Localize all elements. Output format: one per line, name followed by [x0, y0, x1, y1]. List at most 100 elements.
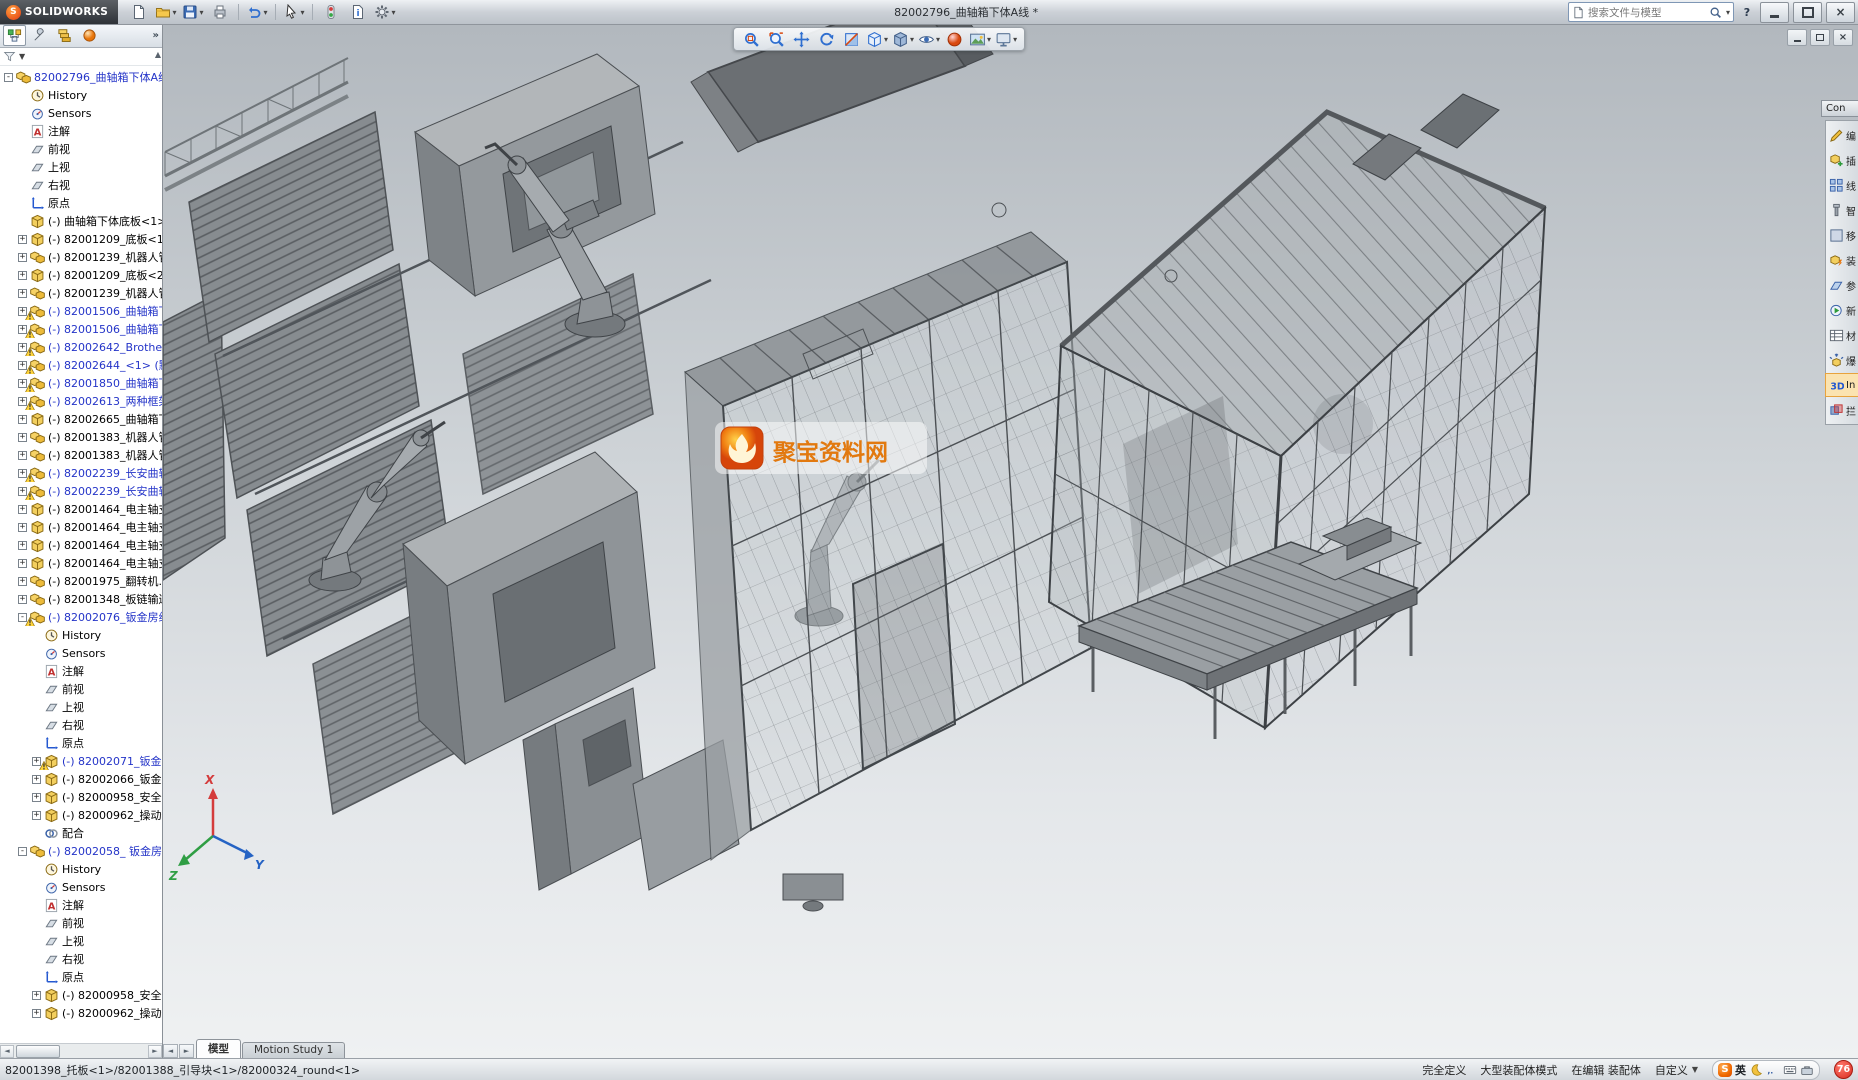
rotate-button[interactable]	[815, 29, 838, 49]
scroll-right-icon[interactable]: ►	[148, 1045, 162, 1058]
tree-item[interactable]: +(-) 82001975_翻转机.1<1	[0, 572, 162, 590]
select-cursor-button[interactable]: ▾	[281, 1, 307, 23]
notification-badge[interactable]: 76	[1834, 1060, 1853, 1079]
zoom-area-button[interactable]	[765, 29, 788, 49]
assembly-3d-view[interactable]: 聚宝资料网 X Z Y	[163, 24, 1858, 1058]
expand-toggle-icon[interactable]: +	[18, 271, 27, 280]
tree-item[interactable]: 右视	[0, 716, 162, 734]
reference-geometry-button[interactable]: 参	[1826, 274, 1858, 296]
tree-item[interactable]: +(-) 82002665_曲轴箱下体	[0, 410, 162, 428]
new-document-button[interactable]	[126, 1, 152, 23]
close-button[interactable]: ×	[1826, 2, 1855, 23]
expand-toggle-icon[interactable]: +	[18, 595, 27, 604]
tree-item[interactable]: 前视	[0, 914, 162, 932]
tree-item[interactable]: 上视	[0, 698, 162, 716]
hide-show-button[interactable]: ▾	[917, 29, 941, 49]
tree-scroll-up-icon[interactable]: ▲	[155, 50, 161, 59]
tree-item[interactable]: +!(-) 82002071_钣金	[0, 752, 162, 770]
minimize-button[interactable]	[1760, 2, 1789, 23]
expand-toggle-icon[interactable]: +	[18, 451, 27, 460]
search-box[interactable]: 搜索文件与模型 ▾	[1568, 2, 1734, 22]
tab-configuration-manager[interactable]	[53, 25, 76, 46]
tree-item[interactable]: -(-) 82002058_ 钣金房	[0, 842, 162, 860]
collapse-toggle-icon[interactable]: -	[4, 73, 13, 82]
expand-toggle-icon[interactable]: +	[18, 541, 27, 550]
tab-property-manager[interactable]	[28, 25, 51, 46]
tab-scroll-right-icon[interactable]: ►	[179, 1044, 194, 1058]
ime-keyboard-icon[interactable]	[1783, 1063, 1797, 1077]
tree-item[interactable]: (-) 曲轴箱下体底板<1> (默	[0, 212, 162, 230]
tree-item[interactable]: Sensors	[0, 104, 162, 122]
tree-item[interactable]: 原点	[0, 968, 162, 986]
tree-item[interactable]: +(-) 82001239_机器人管线	[0, 284, 162, 302]
doc-restore-button[interactable]	[1810, 29, 1830, 46]
file-properties-button[interactable]: i	[345, 1, 371, 23]
rebuild-button[interactable]	[318, 1, 344, 23]
tree-item[interactable]: +(-) 82001464_电主轴支架	[0, 500, 162, 518]
expand-toggle-icon[interactable]: +	[32, 1009, 41, 1018]
tree-item[interactable]: +!(-) 82002239_长安曲轴	[0, 482, 162, 500]
instant3d-button[interactable]: 3DIn	[1826, 374, 1858, 396]
options-button[interactable]: ▾	[372, 1, 398, 23]
tree-item[interactable]: History	[0, 860, 162, 878]
assembly-features-button[interactable]: 装	[1826, 249, 1858, 271]
undo-button[interactable]: ▾	[244, 1, 270, 23]
panel-expand-icon[interactable]: »	[153, 30, 159, 41]
pan-button[interactable]	[790, 29, 813, 49]
tab-display-manager[interactable]	[78, 25, 101, 46]
sogou-logo-icon[interactable]: S	[1718, 1063, 1732, 1077]
graphics-viewport[interactable]: 聚宝资料网 X Z Y ▾▾▾▾▾ × Con 编插线智移装参新材爆3DIn拦	[163, 24, 1858, 1058]
tree-item[interactable]: +!(-) 82002642_Brother	[0, 338, 162, 356]
expand-toggle-icon[interactable]: +	[32, 991, 41, 1000]
tree-item[interactable]: 右视	[0, 176, 162, 194]
tree-item[interactable]: +(-) 82001209_底板<1> (默	[0, 230, 162, 248]
search-magnifier-icon[interactable]	[1709, 6, 1722, 19]
expand-toggle-icon[interactable]: +	[32, 811, 41, 820]
tab-model[interactable]: 模型	[196, 1039, 241, 1058]
open-folder-button[interactable]: ▾	[153, 1, 179, 23]
expand-toggle-icon[interactable]: +	[18, 235, 27, 244]
new-motion-study-button[interactable]: 新	[1826, 299, 1858, 321]
tree-item[interactable]: 配合	[0, 824, 162, 842]
filter-caret-icon[interactable]: ▼	[19, 52, 25, 61]
doc-minimize-button[interactable]	[1787, 29, 1807, 46]
tree-item[interactable]: +!(-) 82001506_曲轴箱下	[0, 320, 162, 338]
apply-scene-button[interactable]: ▾	[968, 29, 992, 49]
tree-item[interactable]: +!(-) 82002239_长安曲轴	[0, 464, 162, 482]
view-orientation-button[interactable]: ▾	[865, 29, 889, 49]
tree-item[interactable]: +(-) 82001464_电主轴支架	[0, 554, 162, 572]
help-button[interactable]: ?	[1738, 3, 1756, 21]
tree-item[interactable]: +!(-) 82001850_曲轴箱下	[0, 374, 162, 392]
tab-feature-manager[interactable]	[3, 25, 26, 46]
expand-toggle-icon[interactable]: +	[18, 505, 27, 514]
tree-item[interactable]: +(-) 82001209_底板<2> (默	[0, 266, 162, 284]
tree-item[interactable]: +!(-) 82001506_曲轴箱下	[0, 302, 162, 320]
tree-item[interactable]: +(-) 82000962_操动件	[0, 806, 162, 824]
ime-moon-icon[interactable]	[1749, 1063, 1763, 1077]
tree-item[interactable]: +(-) 82001383_机器人管线	[0, 428, 162, 446]
expand-toggle-icon[interactable]: +	[18, 577, 27, 586]
expand-toggle-icon[interactable]: +	[18, 433, 27, 442]
tree-item[interactable]: +!(-) 82002644_<1> (默	[0, 356, 162, 374]
tree-item[interactable]: History	[0, 626, 162, 644]
tree-item[interactable]: 前视	[0, 140, 162, 158]
tree-item[interactable]: A注解	[0, 896, 162, 914]
scroll-left-icon[interactable]: ◄	[0, 1045, 14, 1058]
tree-item[interactable]: +(-) 82001464_电主轴支架	[0, 518, 162, 536]
move-component-button[interactable]: 移	[1826, 224, 1858, 246]
edit-component-button[interactable]: 编	[1826, 124, 1858, 146]
collapse-toggle-icon[interactable]: -	[18, 847, 27, 856]
tree-item[interactable]: 前视	[0, 680, 162, 698]
maximize-button[interactable]	[1793, 2, 1822, 23]
tree-item[interactable]: 上视	[0, 158, 162, 176]
expand-toggle-icon[interactable]: +	[32, 775, 41, 784]
tree-item[interactable]: 上视	[0, 932, 162, 950]
expand-toggle-icon[interactable]: +	[18, 253, 27, 262]
bill-of-materials-button[interactable]: 材	[1826, 324, 1858, 346]
smart-fasteners-button[interactable]: 智	[1826, 199, 1858, 221]
tree-item[interactable]: -82002796_曲轴箱下体A线	[0, 68, 162, 86]
expand-toggle-icon[interactable]: +	[18, 415, 27, 424]
tree-item[interactable]: Sensors	[0, 878, 162, 896]
tree-item[interactable]: Sensors	[0, 644, 162, 662]
interference-check-button[interactable]: 拦	[1826, 399, 1858, 421]
